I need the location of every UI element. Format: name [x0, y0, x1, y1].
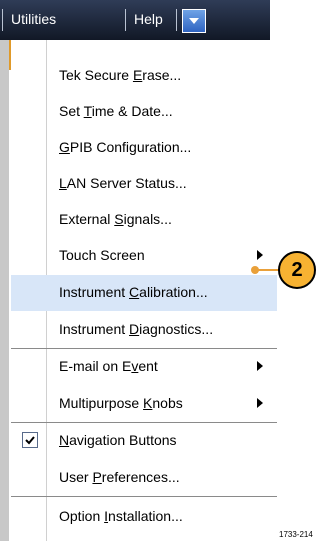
step-callout-number: 2: [291, 259, 303, 281]
menu-item-user-preferences[interactable]: User Preferences...: [11, 460, 277, 496]
menu-item-multipurpose-knobs[interactable]: Multipurpose Knobs: [11, 386, 277, 422]
menu-item-label: Instrument Diagnostics...: [59, 321, 214, 337]
menu-item-navigation-buttons[interactable]: Navigation Buttons: [11, 423, 277, 459]
menu-item-set-time-date[interactable]: Set Time & Date...: [11, 94, 277, 130]
menu-item-tek-secure-erase[interactable]: Tek Secure Erase...: [11, 58, 277, 94]
menu-item-e-mail-on-event[interactable]: E-mail on Event: [11, 349, 277, 385]
menu-item-label: Option Installation...: [59, 508, 183, 524]
menu-separator: [11, 496, 277, 497]
menu-item-label: Set Time & Date...: [59, 103, 173, 119]
menu-item-option-installation[interactable]: Option Installation...: [11, 499, 277, 535]
menu-item-gpib-configuration[interactable]: GPIB Configuration...: [11, 130, 277, 166]
menu-item-label: GPIB Configuration...: [59, 139, 192, 155]
menu-item-label: Tek Secure Erase...: [59, 67, 182, 83]
submenu-arrow-icon: [257, 361, 263, 371]
menu-item-lan-server-status[interactable]: LAN Server Status...: [11, 166, 277, 202]
menubar-separator: [176, 9, 177, 31]
menu-item-instrument-diagnostics[interactable]: Instrument Diagnostics...: [11, 312, 277, 348]
menubar-separator: [125, 9, 126, 31]
utilities-menu[interactable]: Utilities: [11, 11, 56, 27]
menu-item-label: Navigation Buttons: [59, 432, 177, 448]
menu-item-label: LAN Server Status...: [59, 175, 187, 191]
submenu-arrow-icon: [257, 398, 263, 408]
menu-bar: Utilities Help: [0, 0, 270, 40]
menu-item-label: Multipurpose Knobs: [59, 395, 183, 411]
menu-item-label: Touch Screen: [59, 247, 145, 263]
window-edge: [0, 40, 9, 541]
menu-item-label: External Signals...: [59, 211, 172, 227]
menu-item-label: Instrument Calibration...: [59, 284, 208, 300]
menubar-separator: [2, 9, 3, 31]
menu-item-instrument-calibration[interactable]: Instrument Calibration...: [11, 275, 277, 311]
checkmark-icon[interactable]: [22, 432, 38, 448]
dropdown-arrow-button[interactable]: [182, 9, 206, 33]
submenu-arrow-icon: [257, 250, 263, 260]
menu-item-label: E-mail on Event: [59, 358, 158, 374]
help-menu[interactable]: Help: [134, 11, 163, 27]
menu-item-label: User Preferences...: [59, 469, 180, 485]
utilities-dropdown-menu: Tek Secure Erase... Set Time & Date... GPI…: [11, 40, 277, 541]
menu-item-touch-screen[interactable]: Touch Screen: [11, 238, 277, 274]
menu-item-external-signals[interactable]: External Signals...: [11, 202, 277, 238]
step-callout-badge: 2: [278, 251, 316, 289]
figure-id: 1733-214: [279, 530, 313, 539]
